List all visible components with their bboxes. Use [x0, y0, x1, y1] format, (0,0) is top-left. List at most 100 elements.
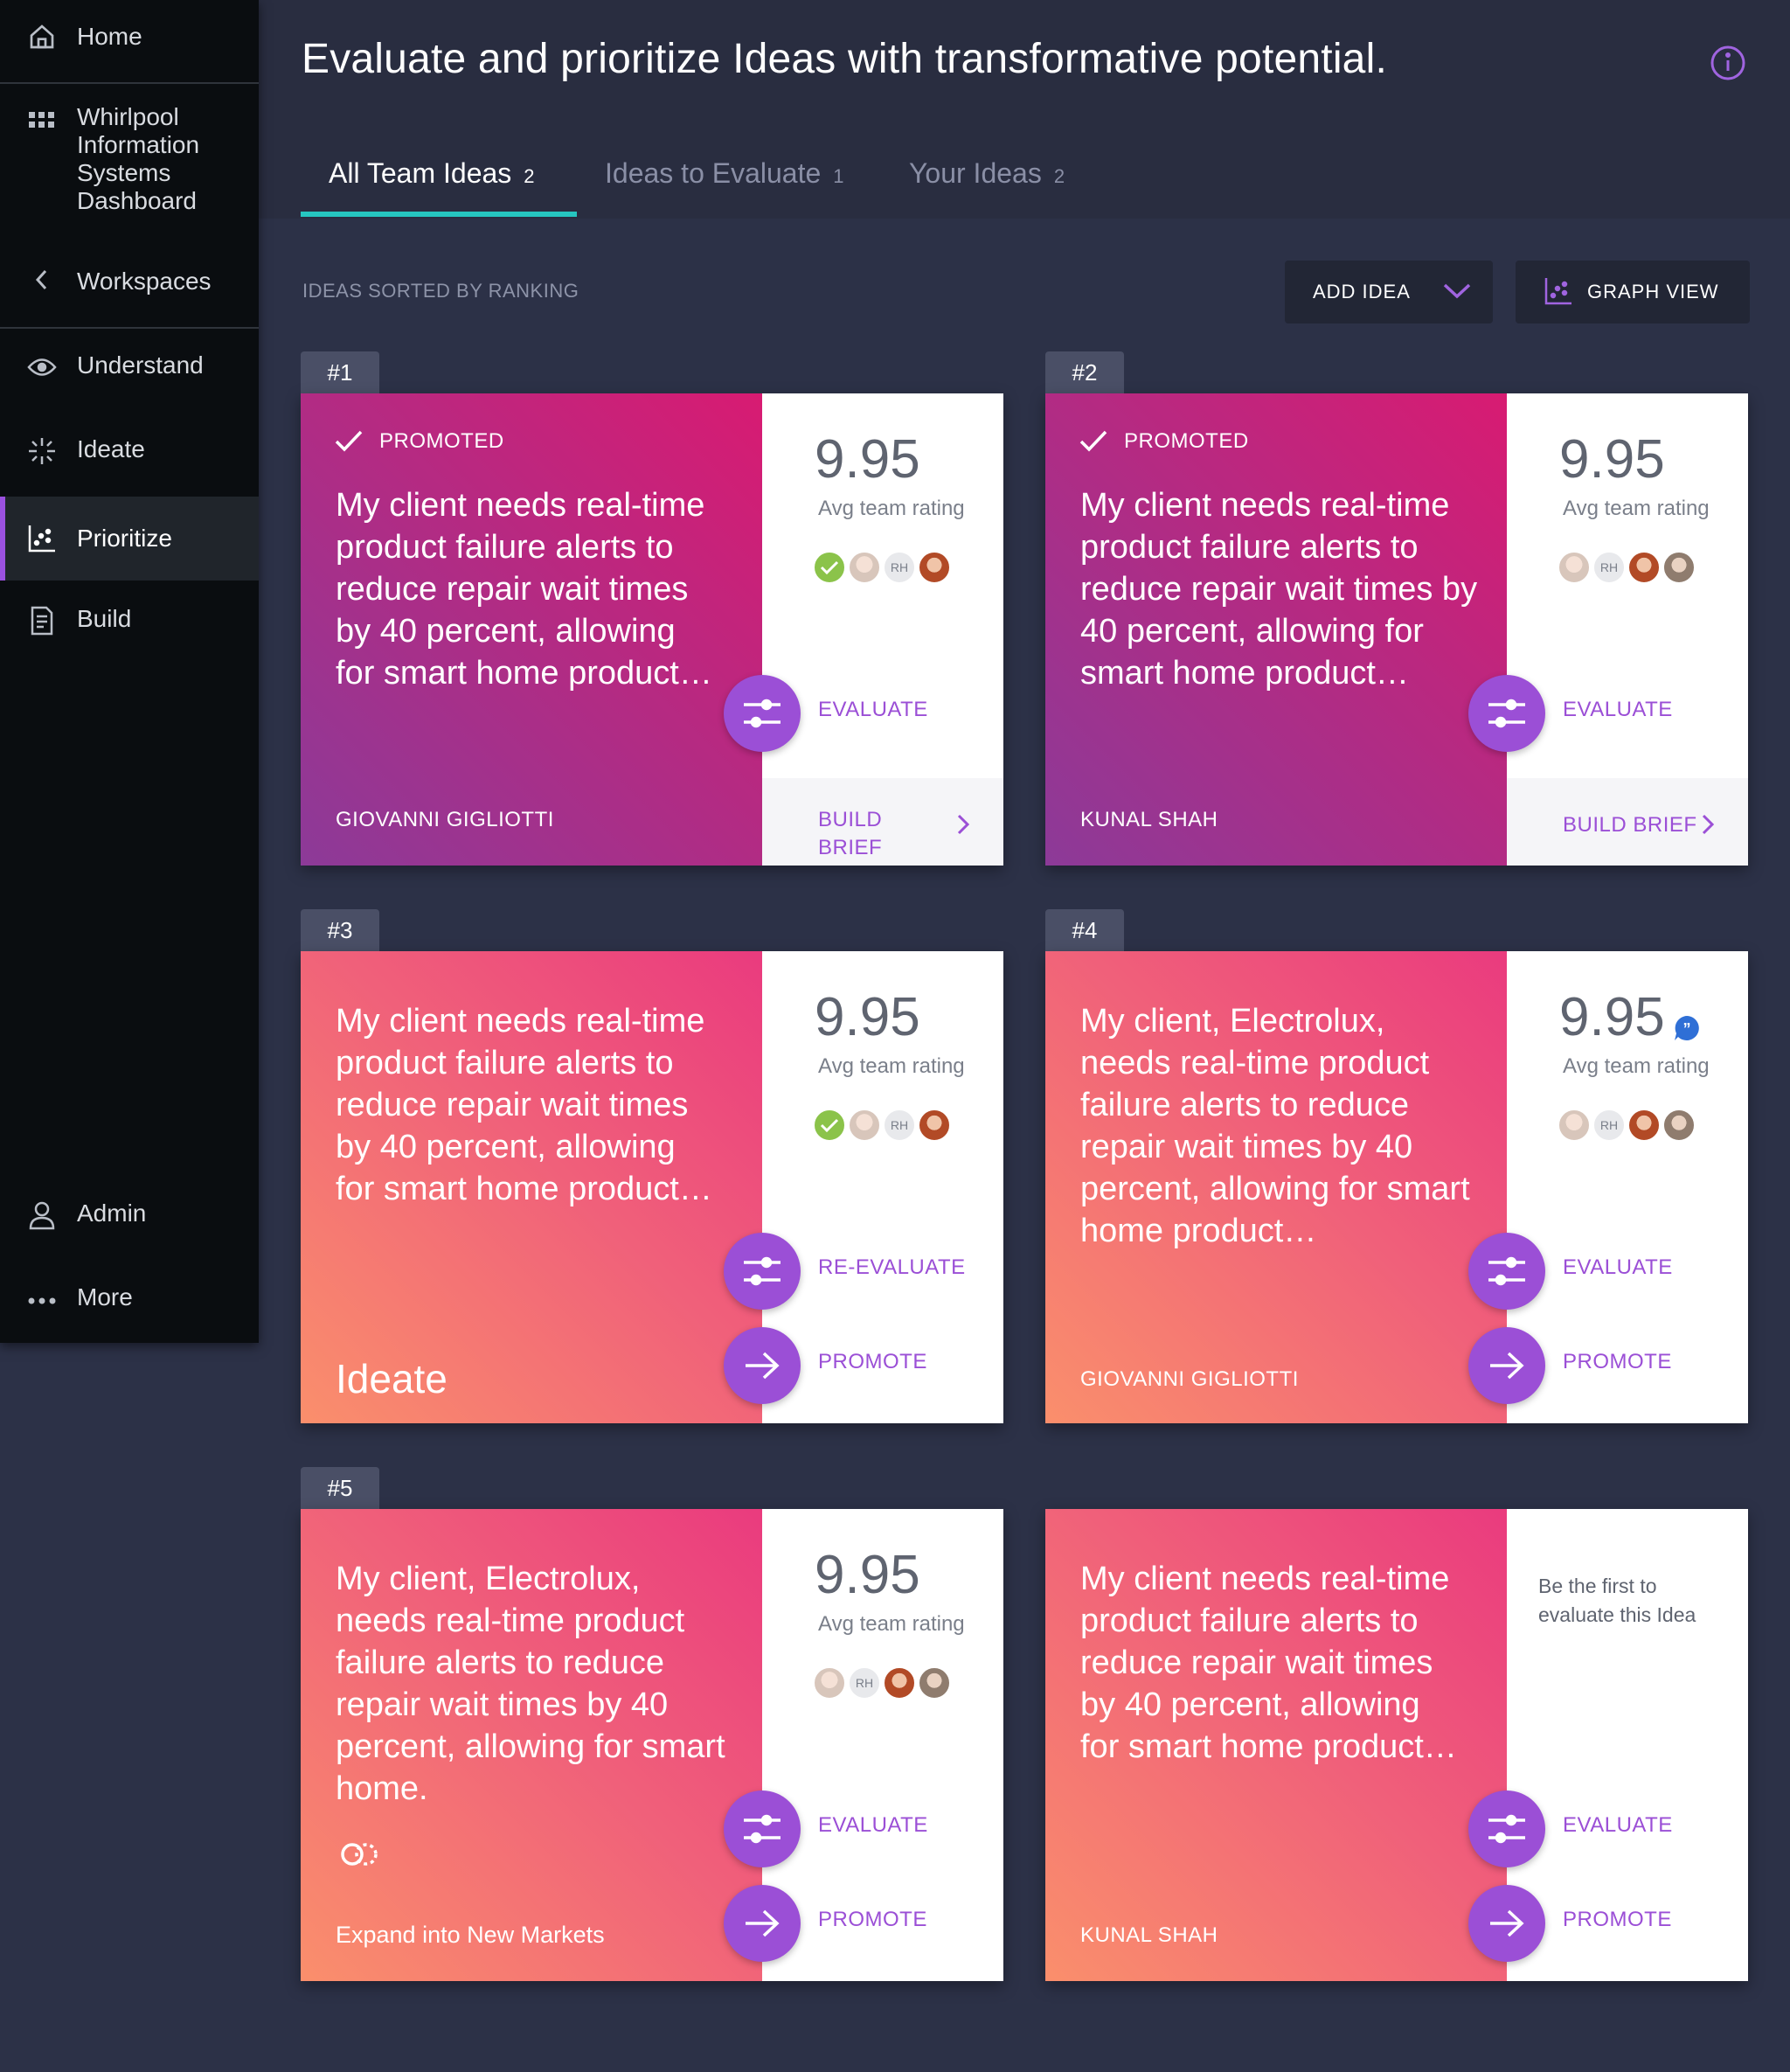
idea-card-body[interactable]: PROMOTED My client needs real-time produ… — [1045, 393, 1507, 866]
idea-card[interactable]: My client, Electrolux, needs real-time p… — [301, 1509, 1003, 1981]
avatar — [813, 1109, 846, 1142]
idea-card[interactable]: PROMOTED My client needs real-time produ… — [1045, 393, 1748, 866]
promote-link[interactable]: PROMOTE — [818, 1908, 927, 1932]
sidebar-item-workspaces[interactable]: Workspaces — [0, 262, 259, 306]
tab-label: Your Ideas — [909, 157, 1042, 189]
avatar: RH — [883, 551, 916, 584]
add-idea-button[interactable]: ADD IDEA — [1285, 261, 1493, 323]
evaluate-link[interactable]: EVALUATE — [1563, 698, 1673, 722]
rating-value: 9.95 — [815, 429, 920, 490]
graph-view-button[interactable]: GRAPH VIEW — [1516, 261, 1750, 323]
promoted-badge: PROMOTED — [1079, 428, 1249, 455]
evaluate-link[interactable]: EVALUATE — [818, 698, 928, 722]
first-evaluation-prompt: Be the first to evaluate this Idea — [1538, 1575, 1696, 1626]
sort-label: IDEAS SORTED BY RANKING — [302, 280, 579, 302]
evaluate-link[interactable]: EVALUATE — [1563, 1813, 1673, 1838]
avatar — [813, 551, 846, 584]
evaluate-button[interactable] — [1468, 1790, 1545, 1867]
build-brief-link[interactable]: BUILD BRIEF — [1563, 811, 1697, 839]
re-evaluate-link[interactable]: RE-EVALUATE — [818, 1255, 966, 1280]
rating-value: 9.95 — [815, 987, 920, 1047]
evaluate-link[interactable]: EVALUATE — [818, 1813, 928, 1838]
sidebar-item-label: Admin — [77, 1199, 147, 1227]
idea-card[interactable]: My client needs real-time product failur… — [1045, 1509, 1748, 1981]
sidebar-item-build[interactable]: Build — [0, 600, 259, 643]
evaluate-link[interactable]: EVALUATE — [1563, 1255, 1673, 1280]
promoted-badge: PROMOTED — [334, 428, 504, 455]
idea-card-body[interactable]: My client, Electrolux, needs real-time p… — [1045, 951, 1507, 1423]
avatar — [1627, 1109, 1661, 1142]
avatar: RH — [848, 1666, 881, 1700]
rating-label: Avg team rating — [818, 1054, 965, 1078]
idea-text: My client needs real-time product failur… — [1080, 487, 1478, 692]
grid-icon — [26, 105, 58, 136]
quote-bubble-icon[interactable]: ” — [1673, 1014, 1701, 1046]
rating-value: 9.95 — [1559, 429, 1665, 490]
promote-link[interactable]: PROMOTE — [1563, 1908, 1672, 1932]
sidebar-item-label: Home — [77, 23, 142, 50]
promote-button[interactable] — [1468, 1327, 1545, 1404]
sidebar-item-understand[interactable]: Understand — [0, 346, 259, 390]
idea-text: My client, Electrolux, needs real-time p… — [1080, 1003, 1470, 1249]
sidebar-item-more[interactable]: More — [0, 1278, 259, 1322]
avatar — [1627, 551, 1661, 584]
idea-card-body[interactable]: PROMOTED My client needs real-time produ… — [301, 393, 762, 866]
info-icon[interactable] — [1709, 44, 1747, 82]
idea-card-body[interactable]: My client needs real-time product failur… — [301, 951, 762, 1423]
promote-button[interactable] — [724, 1327, 801, 1404]
tab-label: Ideas to Evaluate — [605, 157, 822, 189]
check-icon — [335, 430, 363, 452]
eye-icon — [26, 351, 58, 383]
sidebar-item-admin[interactable]: Admin — [0, 1194, 259, 1238]
rating-label: Avg team rating — [1563, 497, 1710, 520]
evaluate-button[interactable] — [724, 675, 801, 752]
tab-count: 2 — [1053, 165, 1065, 187]
sidebar-item-home[interactable]: Home — [0, 17, 259, 61]
evaluate-button[interactable] — [724, 1790, 801, 1867]
promote-link[interactable]: PROMOTE — [1563, 1350, 1672, 1374]
rating-value: 9.95 — [815, 1545, 920, 1605]
avatar — [1558, 1109, 1591, 1142]
build-brief-link[interactable]: BUILD BRIEF — [818, 806, 897, 862]
sidebar-item-dashboard[interactable]: Whirlpool Information Systems Dashboard — [0, 103, 259, 222]
idea-text: My client needs real-time product failur… — [336, 1003, 712, 1207]
scatter-chart-icon — [26, 523, 58, 554]
tab-your-ideas[interactable]: Your Ideas 2 — [909, 157, 1065, 190]
evaluator-avatars: RH — [813, 1666, 953, 1700]
home-icon — [26, 21, 58, 52]
check-icon — [820, 560, 839, 575]
promote-button[interactable] — [1468, 1885, 1545, 1962]
divider — [0, 327, 259, 329]
idea-card[interactable]: PROMOTED My client needs real-time produ… — [301, 393, 1003, 866]
sliders-icon — [1488, 1256, 1525, 1286]
tab-all-team-ideas[interactable]: All Team Ideas 2 — [329, 157, 535, 190]
avatar — [1662, 551, 1696, 584]
arrow-right-icon — [1490, 1352, 1524, 1380]
avatar — [848, 1109, 881, 1142]
rating-label: Avg team rating — [818, 497, 965, 520]
promote-button[interactable] — [724, 1885, 801, 1962]
evaluate-button[interactable] — [1468, 1233, 1545, 1310]
idea-card-body[interactable]: My client, Electrolux, needs real-time p… — [301, 1509, 762, 1981]
idea-card[interactable]: My client needs real-time product failur… — [301, 951, 1003, 1423]
sidebar-item-ideate[interactable]: Ideate — [0, 430, 259, 474]
venn-circles-icon — [339, 1839, 381, 1874]
idea-card[interactable]: My client, Electrolux, needs real-time p… — [1045, 951, 1748, 1423]
evaluator-avatars: RH — [813, 551, 953, 584]
re-evaluate-button[interactable] — [724, 1233, 801, 1310]
divider — [0, 82, 259, 84]
check-icon — [820, 1118, 839, 1133]
tab-ideas-to-evaluate[interactable]: Ideas to Evaluate 1 — [605, 157, 844, 190]
user-icon — [26, 1199, 58, 1231]
button-label: GRAPH VIEW — [1587, 281, 1719, 302]
idea-text: My client, Electrolux, needs real-time p… — [336, 1561, 725, 1807]
rating-label: Avg team rating — [818, 1612, 965, 1636]
idea-card-body[interactable]: My client needs real-time product failur… — [1045, 1509, 1507, 1981]
sliders-icon — [744, 699, 781, 728]
promote-link[interactable]: PROMOTE — [818, 1350, 927, 1374]
evaluate-button[interactable] — [1468, 675, 1545, 752]
sidebar-item-prioritize[interactable]: Prioritize — [0, 497, 259, 581]
idea-author: GIOVANNI GIGLIOTTI — [1080, 1367, 1299, 1391]
arrow-right-icon — [746, 1352, 780, 1380]
sidebar-item-label: Ideate — [77, 435, 145, 462]
